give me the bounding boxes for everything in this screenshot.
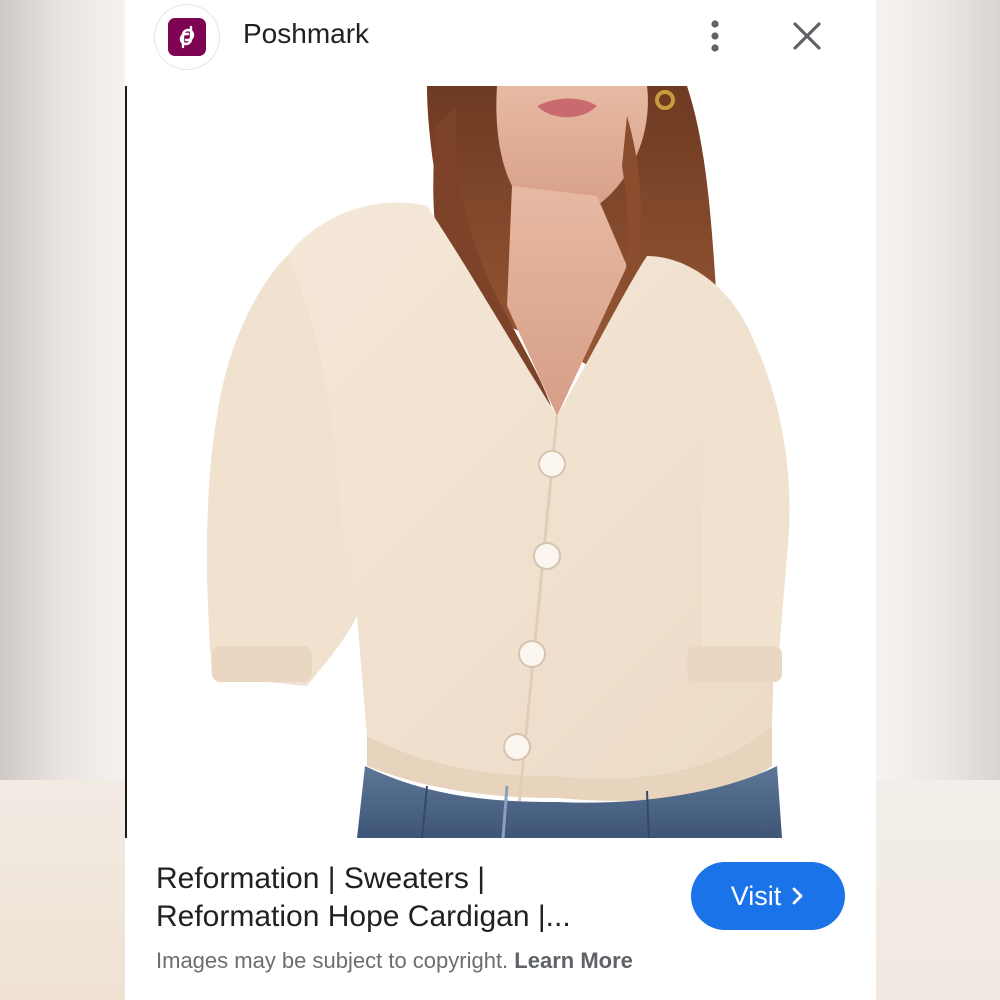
visit-button[interactable]: Visit xyxy=(691,862,845,930)
learn-more-link[interactable]: Learn More xyxy=(514,948,633,973)
more-options-button[interactable] xyxy=(700,16,730,56)
poshmark-logo-icon xyxy=(168,18,206,56)
close-icon xyxy=(793,22,821,50)
visit-button-label: Visit xyxy=(730,880,782,911)
backdrop-left-tint xyxy=(0,780,125,1000)
site-name[interactable]: Poshmark xyxy=(243,18,369,50)
product-image[interactable] xyxy=(125,86,876,838)
cardigan-photo xyxy=(127,86,876,838)
preview-header: Poshmark xyxy=(125,0,876,86)
more-vertical-icon xyxy=(711,20,719,52)
result-title-line-1: Reformation | Sweaters | xyxy=(156,862,486,895)
close-button[interactable] xyxy=(789,18,825,54)
copyright-text: Images may be subject to copyright. xyxy=(156,948,509,973)
result-title-line-2: Reformation Hope Cardigan |... xyxy=(156,900,571,933)
backdrop-right-tint xyxy=(875,780,1000,1000)
chevron-right-icon xyxy=(792,887,803,905)
result-title[interactable]: Reformation | Sweaters | Reformation Hop… xyxy=(156,860,676,936)
copyright-notice: Images may be subject to copyright. Lear… xyxy=(156,948,633,974)
site-logo[interactable] xyxy=(155,5,219,69)
image-preview-card: Poshmark Reformation | Sweaters | Reform… xyxy=(125,0,876,1000)
